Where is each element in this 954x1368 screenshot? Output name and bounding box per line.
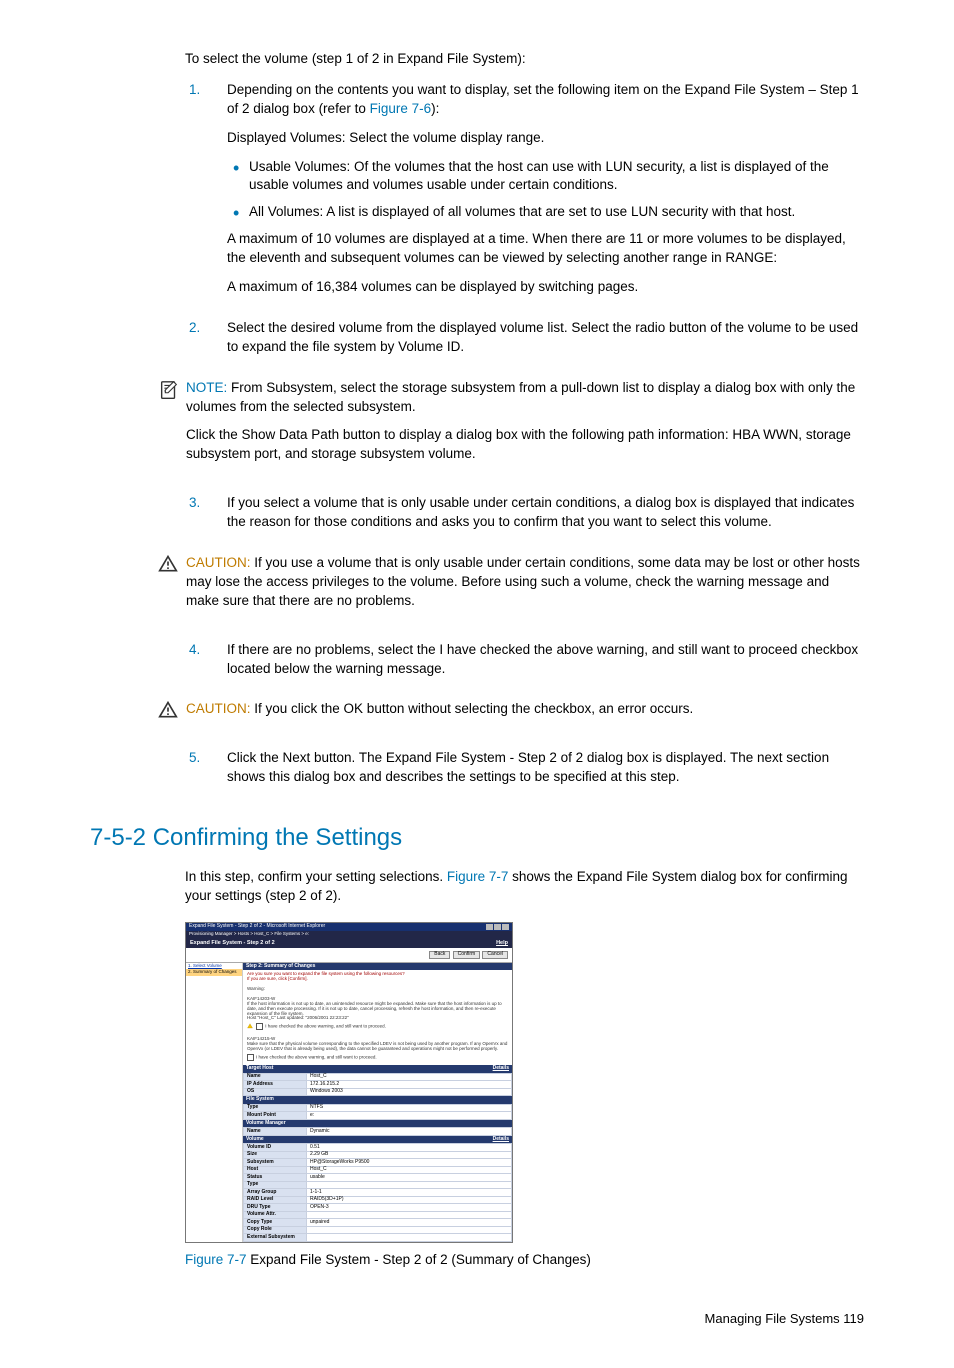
ss-side-step1: 1. Select Volume <box>186 963 242 970</box>
step1-bullet2: All Volumes: A list is displayed of all … <box>227 203 864 222</box>
list-num-5: 5. <box>185 749 227 768</box>
ss-step2-head: Step 2: Summary of Changes <box>243 963 512 971</box>
ss-filesystem-table: TypeNTFS Mount Pointe: <box>243 1104 512 1120</box>
step1-p4: A maximum of 16,384 volumes can be displ… <box>227 278 864 297</box>
ss-window-title: Expand File System - Step 2 of 2 - Micro… <box>189 924 325 930</box>
list-num-1: 1. <box>185 81 227 100</box>
ss-help: Help <box>496 940 508 946</box>
step1-p3: A maximum of 10 volumes are displayed at… <box>227 230 864 268</box>
figure-7-7-caption: Figure 7-7 Expand File System - Step 2 o… <box>185 1251 864 1270</box>
ss-confirm-button[interactable]: Confirm <box>453 951 481 959</box>
ss-side-step2: 2. Summary of Changes <box>186 969 242 976</box>
ss-breadcrumb: Provisioning Manager > Hosts > Host_C > … <box>186 931 512 938</box>
caution2-body: CAUTION: If you click the OK button with… <box>186 700 864 719</box>
figure-7-7-screenshot: Expand File System - Step 2 of 2 - Micro… <box>185 922 513 1243</box>
caution1-body: CAUTION: If you use a volume that is onl… <box>186 554 864 611</box>
ss-target-host-table: NameHost_C IP Address172.16.215.2 OSWind… <box>243 1073 512 1097</box>
ss-checkbox-2[interactable] <box>247 1054 254 1061</box>
list-num-2: 2. <box>185 319 227 338</box>
list-num-4: 4. <box>185 641 227 660</box>
step1-p2: Displayed Volumes: Select the volume dis… <box>227 129 864 148</box>
caution-icon <box>158 700 178 720</box>
figure-7-7-link-inline[interactable]: Figure 7-7 <box>447 869 509 884</box>
ss-volume-table: Volume ID0.51 Size2.29 GB SubsystemHP@St… <box>243 1143 512 1242</box>
intro-text: To select the volume (step 1 of 2 in Exp… <box>185 50 864 69</box>
ss-checkbox-1[interactable] <box>256 1023 263 1030</box>
page-footer: Managing File Systems 119 <box>90 1310 864 1328</box>
step2-p: Select the desired volume from the displ… <box>227 319 864 357</box>
ss-back-button[interactable]: Back <box>429 951 450 959</box>
section-intro: In this step, confirm your setting selec… <box>185 868 864 906</box>
step1-bullet1: Usable Volumes: Of the volumes that the … <box>227 158 864 196</box>
step5-p: Click the Next button. The Expand File S… <box>227 749 864 787</box>
ss-cancel-button[interactable]: Cancel <box>482 951 508 959</box>
step4-p: If there are no problems, select the I h… <box>227 641 864 679</box>
section-heading: 7-5-2 Confirming the Settings <box>90 821 864 855</box>
figure-7-6-link[interactable]: Figure 7-6 <box>370 101 432 116</box>
step1-lead: Depending on the contents you want to di… <box>227 81 864 119</box>
ss-volume-manager-table: NameDynamic <box>243 1127 512 1136</box>
ss-subhead: Expand File System - Step 2 of 2 <box>190 940 275 946</box>
note-body: NOTE: From Subsystem, select the storage… <box>186 379 864 417</box>
caution-icon <box>158 554 178 574</box>
ss-window-controls <box>486 924 509 930</box>
step3-p: If you select a volume that is only usab… <box>227 494 864 532</box>
note-icon <box>158 379 180 401</box>
warning-icon <box>247 1023 253 1029</box>
note-p2: Click the Show Data Path button to displ… <box>186 426 864 464</box>
figure-7-7-link[interactable]: Figure 7-7 <box>185 1252 247 1267</box>
list-num-3: 3. <box>185 494 227 513</box>
